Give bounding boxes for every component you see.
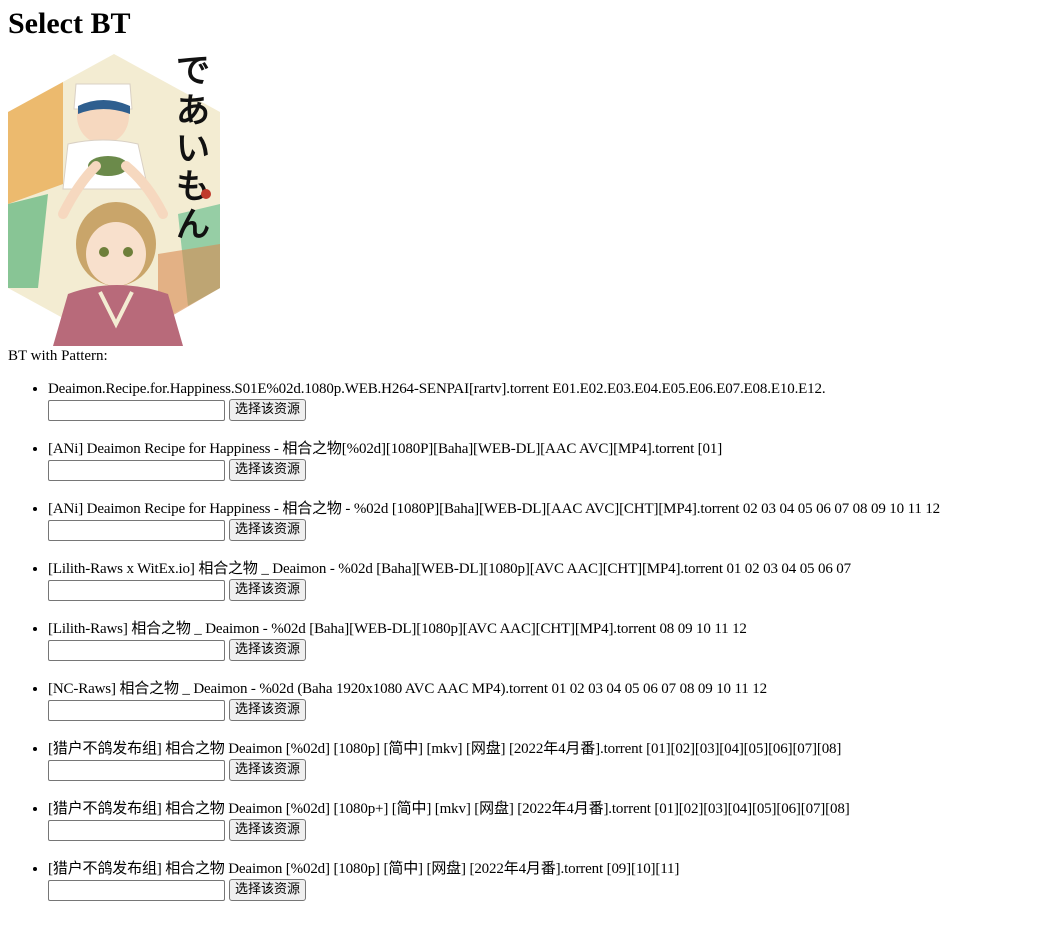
select-resource-button[interactable]: 选择该资源 [229, 699, 307, 721]
select-resource-button[interactable]: 选择该资源 [229, 579, 307, 601]
bt-list: Deaimon.Recipe.for.Happiness.S01E%02d.10… [8, 380, 1029, 920]
cover-title-char-5: ん [176, 205, 210, 245]
bt-item-text: [猎户不鸽发布组] 相合之物 Deaimon [%02d] [1080p] [简… [48, 861, 680, 877]
cover-image: で あ い も ん [8, 54, 220, 346]
select-resource-button[interactable]: 选择该资源 [229, 759, 307, 781]
list-item: [猎户不鸽发布组] 相合之物 Deaimon [%02d] [1080p] [简… [48, 740, 1029, 800]
cover-pattern-left [8, 82, 63, 204]
list-item: Deaimon.Recipe.for.Happiness.S01E%02d.10… [48, 380, 1029, 440]
select-resource-button[interactable]: 选择该资源 [229, 639, 307, 661]
cover-face-bottom [86, 222, 146, 286]
cover-eye-left [99, 247, 109, 257]
select-resource-button[interactable]: 选择该资源 [229, 459, 307, 481]
episode-input[interactable] [48, 879, 225, 901]
bt-item-text: [猎户不鸽发布组] 相合之物 Deaimon [%02d] [1080p] [简… [48, 741, 842, 757]
cover-kimono [53, 285, 183, 346]
pattern-label: BT with Pattern: [8, 348, 108, 364]
select-resource-button[interactable]: 选择该资源 [229, 879, 307, 901]
list-item: [猎户不鸽发布组] 相合之物 Deaimon [%02d] [1080p+] [… [48, 800, 1029, 860]
item-controls: 选择该资源 [48, 758, 1029, 782]
item-controls: 选择该资源 [48, 458, 1029, 482]
item-controls: 选择该资源 [48, 878, 1029, 902]
bt-item-text: Deaimon.Recipe.for.Happiness.S01E%02d.10… [48, 381, 826, 397]
episode-input[interactable] [48, 519, 225, 541]
episode-input[interactable] [48, 639, 225, 661]
select-resource-button[interactable]: 选择该资源 [229, 519, 307, 541]
bt-item-text: [ANi] Deaimon Recipe for Happiness - 相合之… [48, 501, 941, 517]
select-resource-button[interactable]: 选择该资源 [229, 399, 307, 421]
item-controls: 选择该资源 [48, 578, 1029, 602]
bt-item-text: [Lilith-Raws x WitEx.io] 相合之物 _ Deaimon … [48, 561, 851, 577]
episode-input[interactable] [48, 399, 225, 421]
list-item: [Lilith-Raws] 相合之物 _ Deaimon - %02d [Bah… [48, 620, 1029, 680]
item-controls: 选择该资源 [48, 518, 1029, 542]
bt-item-text: [ANi] Deaimon Recipe for Happiness - 相合之… [48, 441, 723, 457]
list-item: [ANi] Deaimon Recipe for Happiness - 相合之… [48, 440, 1029, 500]
item-controls: 选择该资源 [48, 698, 1029, 722]
episode-input[interactable] [48, 699, 225, 721]
select-resource-button[interactable]: 选择该资源 [229, 819, 307, 841]
bt-item-text: [Lilith-Raws] 相合之物 _ Deaimon - %02d [Bah… [48, 621, 747, 637]
cover-title-char-3: い [176, 129, 210, 169]
list-item: [猎户不鸽发布组] 相合之物 Deaimon [%02d] [1080p] [简… [48, 860, 1029, 920]
bt-item-text: [NC-Raws] 相合之物 _ Deaimon - %02d (Baha 19… [48, 681, 767, 697]
item-controls: 选择该资源 [48, 638, 1029, 662]
bt-item-text: [猎户不鸽发布组] 相合之物 Deaimon [%02d] [1080p+] [… [48, 801, 850, 817]
cover-title-char-1: で [176, 54, 210, 91]
cover-title-char-4: も [176, 167, 210, 207]
item-controls: 选择该资源 [48, 398, 1029, 422]
episode-input[interactable] [48, 579, 225, 601]
episode-input[interactable] [48, 459, 225, 481]
page-title: Select BT [8, 7, 131, 40]
list-item: [NC-Raws] 相合之物 _ Deaimon - %02d (Baha 19… [48, 680, 1029, 740]
page: Select BT で あ い も ん BT with Pattern: • D… [0, 7, 1037, 920]
episode-input[interactable] [48, 819, 225, 841]
item-controls: 选择该资源 [48, 818, 1029, 842]
cover-seal [201, 189, 211, 199]
list-item: [Lilith-Raws x WitEx.io] 相合之物 _ Deaimon … [48, 560, 1029, 620]
episode-input[interactable] [48, 759, 225, 781]
cover-eye-right [123, 247, 133, 257]
list-item: [ANi] Deaimon Recipe for Happiness - 相合之… [48, 500, 1029, 560]
cover-title-char-2: あ [176, 91, 210, 131]
